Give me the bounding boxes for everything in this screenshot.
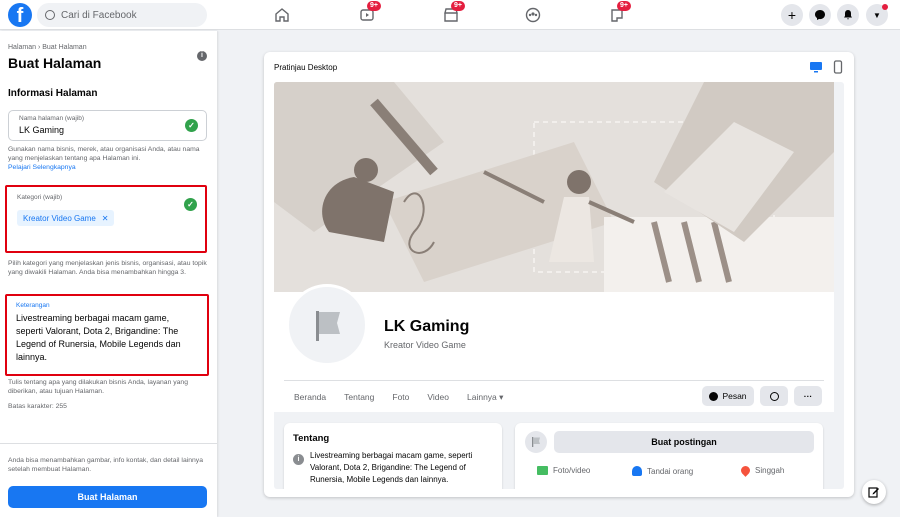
mobile-view-icon[interactable] xyxy=(833,60,843,74)
tab-foto[interactable]: Foto xyxy=(392,392,409,403)
page-avatar xyxy=(286,284,368,366)
about-card: Tentang i Livestreaming berbagai macam g… xyxy=(284,423,502,489)
info-icon[interactable]: i xyxy=(197,51,207,61)
top-navigation-bar: f Cari di Facebook 9+ 9+ 9+ + ▼ xyxy=(0,0,900,30)
category-chip[interactable]: Kreator Video Game ✕ xyxy=(17,210,115,226)
close-icon[interactable]: ✕ xyxy=(102,214,109,223)
page-name-label: Nama halaman (wajib) xyxy=(19,115,85,122)
page-name-value: LK Gaming xyxy=(19,125,65,135)
tab-beranda[interactable]: Beranda xyxy=(294,392,326,403)
check-in-label: Singgah xyxy=(755,466,785,475)
location-pin-icon xyxy=(739,464,752,477)
description-field[interactable]: Keterangan Livestreaming berbagai macam … xyxy=(9,298,205,372)
search-box[interactable]: Cari di Facebook xyxy=(37,3,207,27)
cover-photo xyxy=(274,82,834,292)
desktop-preview-panel: Pratinjau Desktop LK Gaming Kreator Vide… xyxy=(264,52,854,497)
groups-icon xyxy=(525,7,541,23)
message-button[interactable]: Pesan xyxy=(702,386,754,406)
messenger-button[interactable] xyxy=(809,4,831,26)
facebook-logo[interactable]: f xyxy=(8,3,32,27)
description-label: Keterangan xyxy=(16,302,50,309)
messenger-icon xyxy=(815,10,825,20)
page-name-field[interactable]: Nama halaman (wajib) LK Gaming ✓ xyxy=(8,110,207,141)
search-placeholder: Cari di Facebook xyxy=(61,9,137,21)
tab-video[interactable]: Video xyxy=(427,392,449,403)
home-nav-button[interactable] xyxy=(272,5,292,25)
account-menu-button[interactable]: ▼ xyxy=(866,4,888,26)
sidebar-footer-divider xyxy=(0,443,217,444)
about-text: Livestreaming berbagai macam game, seper… xyxy=(310,451,473,484)
photo-icon xyxy=(537,466,548,475)
page-tabs: Beranda Tentang Foto Video Lainnya ▾ xyxy=(294,392,503,403)
notifications-button[interactable] xyxy=(837,4,859,26)
gaming-badge: 9+ xyxy=(617,1,631,11)
tabs-divider xyxy=(284,380,824,381)
create-menu-button[interactable]: + xyxy=(781,4,803,26)
page-name-help: Gunakan nama bisnis, merek, atau organis… xyxy=(8,145,208,172)
desktop-view-icon[interactable] xyxy=(809,61,823,73)
category-chip-label: Kreator Video Game xyxy=(23,213,96,223)
messenger-icon xyxy=(709,391,719,401)
more-icon: ··· xyxy=(803,391,813,401)
notification-dot xyxy=(882,4,888,10)
search-icon xyxy=(769,391,779,401)
tag-people-label: Tandai orang xyxy=(647,466,694,476)
description-value: Livestreaming berbagai macam game, seper… xyxy=(16,313,181,362)
tab-tentang[interactable]: Tentang xyxy=(344,392,374,403)
breadcrumb: Halaman › Buat Halaman xyxy=(8,44,87,51)
new-message-button[interactable] xyxy=(862,480,886,504)
description-help: Tulis tentang apa yang dilakukan bisnis … xyxy=(8,379,188,395)
page-name-help-text: Gunakan nama bisnis, merek, atau organis… xyxy=(8,146,200,162)
character-limit: Batas karakter: 255 xyxy=(8,403,67,410)
section-heading: Informasi Halaman xyxy=(8,88,98,99)
create-page-button[interactable]: Buat Halaman xyxy=(8,486,207,508)
cover-illustration xyxy=(274,82,834,292)
page-preview-frame: LK Gaming Kreator Video Game Beranda Ten… xyxy=(274,82,844,489)
check-icon: ✓ xyxy=(185,119,198,132)
check-icon: ✓ xyxy=(184,198,197,211)
search-icon xyxy=(45,10,55,20)
search-page-button[interactable] xyxy=(760,386,788,406)
message-button-label: Pesan xyxy=(722,391,747,401)
page-header: LK Gaming Kreator Video Game Beranda Ten… xyxy=(274,284,834,412)
category-label: Kategori (wajib) xyxy=(17,194,63,201)
info-icon: i xyxy=(293,454,304,465)
tag-people-action[interactable]: Tandai orang xyxy=(632,466,693,476)
photo-video-action[interactable]: Foto/video xyxy=(537,466,590,475)
page-name: LK Gaming xyxy=(384,318,470,335)
photo-video-label: Foto/video xyxy=(553,466,591,475)
check-in-action[interactable]: Singgah xyxy=(739,464,785,477)
flag-icon xyxy=(532,437,540,447)
page-mini-avatar xyxy=(525,431,547,453)
gaming-nav-button[interactable]: 9+ xyxy=(607,1,631,25)
about-heading: Tentang xyxy=(293,433,330,444)
tag-people-icon xyxy=(632,466,642,476)
home-icon xyxy=(275,8,289,22)
marketplace-badge: 9+ xyxy=(451,1,465,11)
page-title: Buat Halaman xyxy=(8,55,102,71)
chevron-down-icon: ▼ xyxy=(873,10,881,20)
bell-icon xyxy=(844,10,852,20)
more-options-button[interactable]: ··· xyxy=(794,386,822,406)
flag-icon xyxy=(316,311,340,341)
category-help: Pilih kategori yang menjelaskan jenis bi… xyxy=(8,260,207,276)
compose-icon xyxy=(868,487,879,498)
footer-note: Anda bisa menambahkan gambar, info konta… xyxy=(8,457,203,473)
page-category: Kreator Video Game xyxy=(384,340,466,350)
create-post-card: Buat postingan Foto/video Tandai orang S… xyxy=(515,423,823,489)
marketplace-nav-button[interactable]: 9+ xyxy=(441,1,465,25)
category-field[interactable]: Kategori (wajib) Kreator Video Game ✕ ✓ xyxy=(10,189,205,248)
groups-nav-button[interactable] xyxy=(523,5,543,25)
watch-nav-button[interactable]: 9+ xyxy=(357,1,381,25)
watch-badge: 9+ xyxy=(367,1,381,11)
tab-lainnya[interactable]: Lainnya ▾ xyxy=(467,392,503,403)
preview-title: Pratinjau Desktop xyxy=(274,63,338,72)
plus-icon: + xyxy=(787,7,797,23)
create-page-sidebar: Halaman › Buat Halaman Buat Halaman i In… xyxy=(0,31,217,517)
learn-more-link[interactable]: Pelajari Selengkapnya xyxy=(8,164,76,171)
create-post-button[interactable]: Buat postingan xyxy=(554,431,814,453)
